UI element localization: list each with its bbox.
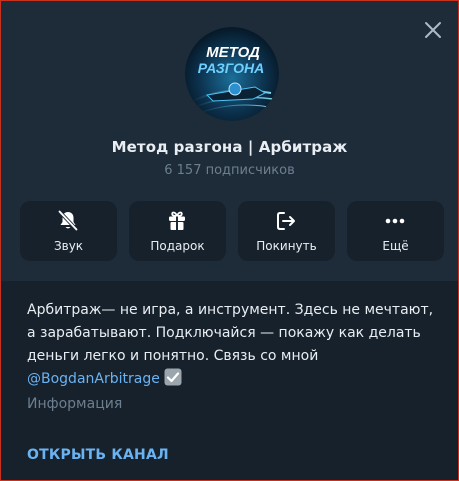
leave-label: Покинуть <box>256 239 317 253</box>
close-button[interactable] <box>422 19 444 41</box>
channel-header-panel: МЕТОД РАЗГОНА Метод разгона | Арбитраж 6… <box>1 1 458 281</box>
channel-description: Арбитраж— не игра, а инструмент. Здесь н… <box>27 299 443 391</box>
more-label: Ещё <box>382 239 409 253</box>
more-dots-icon <box>385 218 405 224</box>
avatar-text-line1: МЕТОД <box>206 44 260 61</box>
info-section-label: Информация <box>27 396 123 412</box>
gift-icon <box>169 211 185 230</box>
contact-link[interactable]: @BogdanArbitrage <box>27 371 160 387</box>
avatar-text-line2: РАЗГОНА <box>198 60 265 76</box>
leave-icon <box>277 212 295 230</box>
subscriber-count: 6 157 подписчиков <box>164 163 295 178</box>
channel-info-dialog: МЕТОД РАЗГОНА Метод разгона | Арбитраж 6… <box>0 0 459 481</box>
checkbox-emoji-icon <box>164 368 182 386</box>
mute-label: Звук <box>53 239 84 253</box>
bell-muted-icon <box>58 210 78 231</box>
leave-button[interactable]: Покинуть <box>238 201 335 261</box>
description-text: Арбитраж— не игра, а инструмент. Здесь н… <box>27 302 434 364</box>
gift-label: Подарок <box>150 239 205 253</box>
open-channel-button[interactable]: ОТКРЫТЬ КАНАЛ <box>27 447 169 463</box>
close-icon <box>425 22 441 38</box>
action-buttons: Звук Подарок Покинуть Ещё <box>20 201 444 261</box>
mute-button[interactable]: Звук <box>20 201 117 261</box>
channel-avatar[interactable]: МЕТОД РАЗГОНА <box>185 27 279 121</box>
channel-title: Метод разгона | Арбитраж <box>111 138 348 156</box>
gift-button[interactable]: Подарок <box>129 201 226 261</box>
more-button[interactable]: Ещё <box>347 201 444 261</box>
